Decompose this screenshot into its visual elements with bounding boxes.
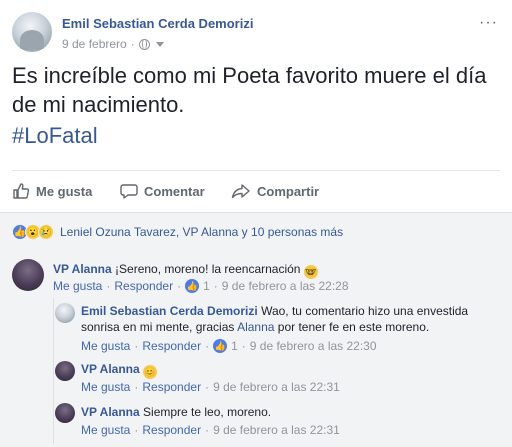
share-button[interactable]: Compartir bbox=[231, 182, 319, 200]
comment-meta: Me gusta · Responder · 9 de febrero a la… bbox=[81, 423, 340, 437]
comment-like-link[interactable]: Me gusta bbox=[53, 279, 102, 293]
divider bbox=[12, 170, 500, 171]
like-count-icon: 👍 bbox=[185, 279, 200, 293]
comment-time[interactable]: 9 de febrero a las 22:31 bbox=[213, 380, 340, 394]
avatar[interactable] bbox=[55, 303, 75, 323]
reactions-summary[interactable]: 👍 😮 😢 Leniel Ozuna Tavarez, VP Alanna y … bbox=[12, 224, 343, 240]
comment-time[interactable]: 9 de febrero a las 22:31 bbox=[213, 423, 340, 437]
comment-like-link[interactable]: Me gusta bbox=[81, 339, 130, 353]
post-date[interactable]: 9 de febrero bbox=[62, 37, 127, 51]
comment-button[interactable]: Comentar bbox=[120, 182, 205, 200]
comment-meta: Me gusta · Responder · 👍 1 · 9 de febrer… bbox=[53, 279, 349, 293]
meta-separator: · bbox=[130, 37, 135, 51]
comment: VP Alanna ¡Sereno, moreno! la reencarnac… bbox=[12, 259, 500, 299]
comment-author[interactable]: VP Alanna bbox=[81, 362, 140, 376]
audience-chevron-down-icon[interactable] bbox=[155, 41, 164, 47]
comment-meta: Me gusta · Responder · 9 de febrero a la… bbox=[81, 380, 340, 394]
reaction-names[interactable]: Leniel Ozuna Tavarez, VP Alanna y 10 per… bbox=[60, 225, 343, 239]
like-count[interactable]: 1 bbox=[203, 279, 210, 293]
share-arrow-icon bbox=[231, 184, 250, 199]
post-meta: 9 de febrero · bbox=[62, 37, 164, 51]
comment-text: por tener fe en este moreno. bbox=[277, 320, 430, 334]
smiling-face-icon: 😊 bbox=[143, 365, 158, 379]
like-button-label: Me gusta bbox=[36, 183, 93, 199]
comment-button-label: Comentar bbox=[144, 183, 205, 199]
post-actions: Me gusta Comentar Compartir bbox=[12, 176, 500, 206]
globe-icon bbox=[138, 38, 150, 50]
avatar[interactable] bbox=[55, 403, 75, 423]
comment-body: VP Alanna ¡Sereno, moreno! la reencarnac… bbox=[53, 261, 493, 279]
nerd-face-icon: 🤓 bbox=[303, 265, 318, 279]
comment-body: VP Alanna 😊 bbox=[81, 361, 481, 379]
comment-meta: Me gusta · Responder · 👍 1 · 9 de febrer… bbox=[81, 339, 377, 353]
comment-time[interactable]: 9 de febrero a las 22:28 bbox=[222, 279, 349, 293]
comment-author[interactable]: VP Alanna bbox=[81, 405, 140, 419]
comment-reply-link[interactable]: Responder bbox=[114, 279, 173, 293]
comment-time[interactable]: 9 de febrero a las 22:30 bbox=[250, 339, 377, 353]
comment-text: Siempre te leo, moreno. bbox=[143, 405, 272, 419]
more-options-icon[interactable]: ··· bbox=[479, 15, 498, 31]
comment-reply-link[interactable]: Responder bbox=[142, 380, 201, 394]
comment-bubble-icon bbox=[120, 184, 138, 199]
comment-body: Emil Sebastian Cerda Demorizi Wao, tu co… bbox=[81, 303, 481, 335]
post-text: Es increíble como mi Poeta favorito muer… bbox=[12, 63, 487, 117]
comment-reply-link[interactable]: Responder bbox=[142, 423, 201, 437]
comment-mention[interactable]: Alanna bbox=[237, 320, 274, 334]
post-hashtag[interactable]: #LoFatal bbox=[12, 121, 98, 150]
comment-text: ¡Sereno, moreno! la reencarnación bbox=[115, 262, 301, 276]
sad-reaction-icon: 😢 bbox=[38, 224, 54, 240]
comments-section: 👍 😮 😢 Leniel Ozuna Tavarez, VP Alanna y … bbox=[0, 213, 512, 447]
reply: VP Alanna 😊 Me gusta · Responder · 9 de … bbox=[55, 361, 500, 397]
like-button[interactable]: Me gusta bbox=[12, 182, 92, 200]
reply-thread-line bbox=[53, 298, 54, 444]
avatar[interactable] bbox=[55, 361, 75, 381]
comment-like-link[interactable]: Me gusta bbox=[81, 423, 130, 437]
comment-author[interactable]: VP Alanna bbox=[53, 262, 112, 276]
reply: Emil Sebastian Cerda Demorizi Wao, tu co… bbox=[55, 303, 500, 357]
like-count-icon: 👍 bbox=[213, 339, 228, 353]
comment-body: VP Alanna Siempre te leo, moreno. bbox=[81, 404, 481, 420]
share-button-label: Compartir bbox=[257, 183, 320, 199]
post-author-name[interactable]: Emil Sebastian Cerda Demorizi bbox=[62, 16, 253, 31]
like-count[interactable]: 1 bbox=[231, 339, 238, 353]
post-header: Emil Sebastian Cerda Demorizi 9 de febre… bbox=[12, 12, 500, 56]
thumbs-up-icon bbox=[13, 183, 30, 199]
comment-author[interactable]: Emil Sebastian Cerda Demorizi bbox=[81, 304, 258, 318]
author-avatar[interactable] bbox=[12, 12, 52, 52]
comment-like-link[interactable]: Me gusta bbox=[81, 380, 130, 394]
avatar[interactable] bbox=[12, 259, 44, 291]
comment-reply-link[interactable]: Responder bbox=[142, 339, 201, 353]
reply: VP Alanna Siempre te leo, moreno. Me gus… bbox=[55, 403, 500, 443]
